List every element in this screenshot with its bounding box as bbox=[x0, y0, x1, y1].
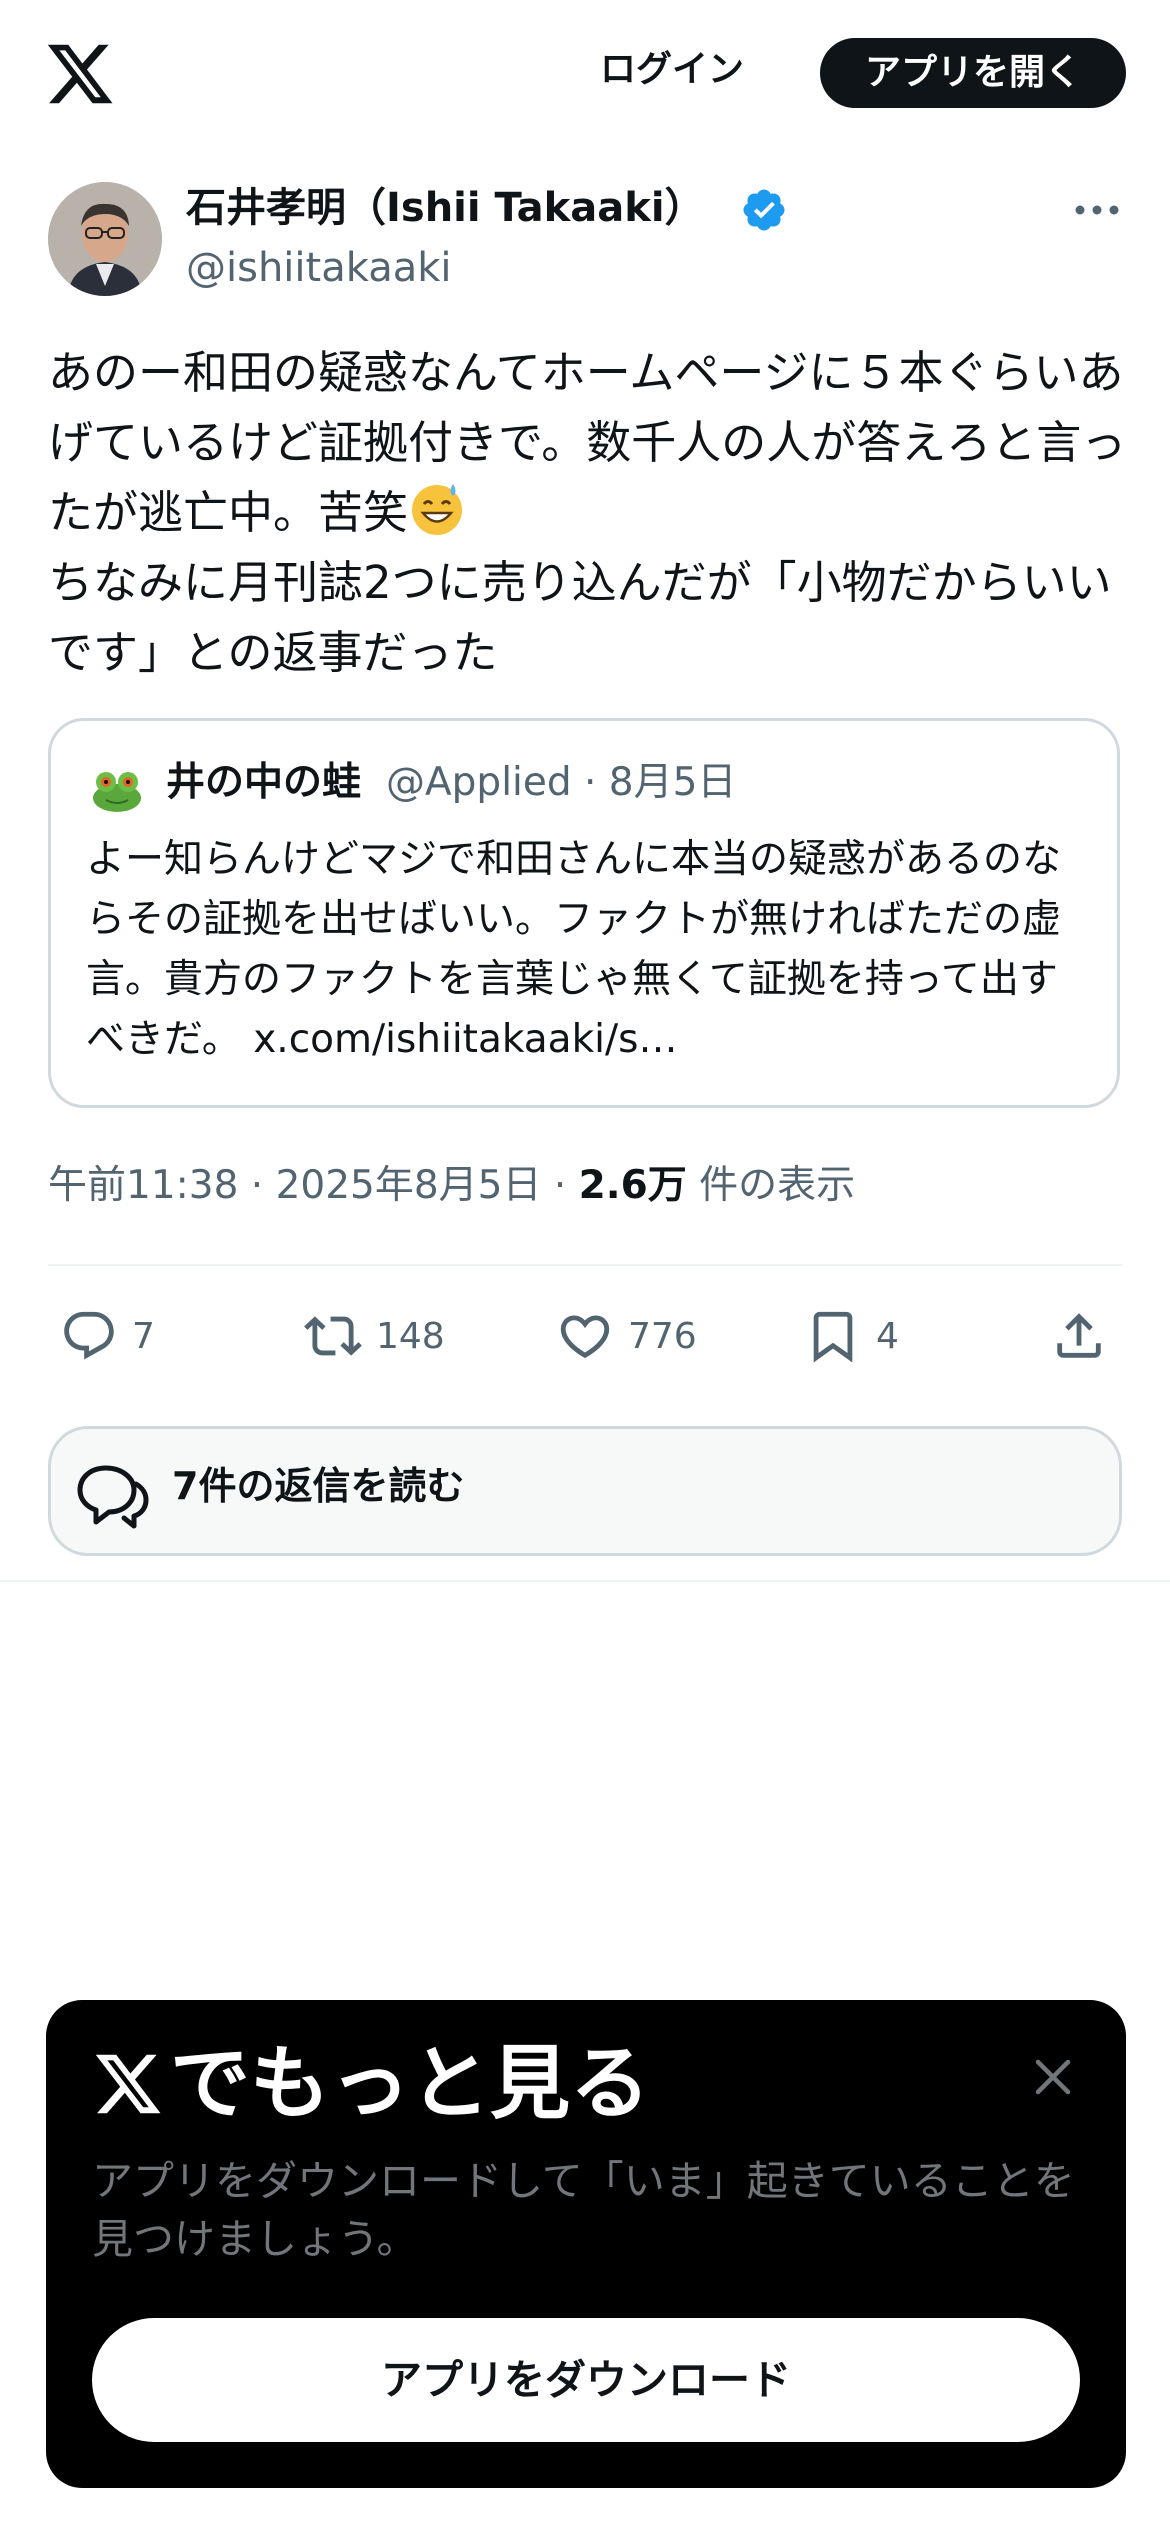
repost-count: 148 bbox=[376, 1315, 445, 1357]
more-options-icon[interactable] bbox=[1072, 190, 1122, 230]
download-app-button[interactable]: アプリをダウンロード bbox=[92, 2318, 1080, 2442]
bookmark-count: 4 bbox=[876, 1315, 899, 1357]
post-timestamp[interactable]: 午前11:38 · 2025年8月5日 · bbox=[48, 1163, 579, 1208]
verified-badge-icon bbox=[740, 186, 788, 234]
post-text-line: ちなみに月刊誌2つに売り込んだが「小物だからいいです」との返事だった bbox=[48, 556, 1112, 679]
share-button[interactable] bbox=[1050, 1300, 1122, 1372]
post-text: あのー和田の疑惑なんてホームページに５本ぐらいあげているけど証拠付きで。数千人の… bbox=[48, 338, 1128, 688]
views-count: 2.6万 bbox=[578, 1163, 687, 1208]
promo-title-text: でもっと見る bbox=[170, 2037, 650, 2130]
promo-title: でもっと見る bbox=[92, 2034, 650, 2134]
like-button[interactable]: 776 bbox=[556, 1300, 697, 1372]
reply-count: 7 bbox=[132, 1315, 155, 1357]
read-replies-label: 7件の返信を読む bbox=[172, 1464, 465, 1508]
x-logo-icon bbox=[95, 2054, 161, 2114]
promo-description: アプリをダウンロードして「いま」起きていることを見つけましょう。 bbox=[92, 2157, 1075, 2263]
quoted-handle-date: @Applied · 8月5日 bbox=[386, 760, 737, 805]
open-app-button[interactable]: アプリを開く bbox=[820, 38, 1126, 108]
repost-button[interactable]: 148 bbox=[304, 1300, 445, 1372]
reply-icon bbox=[64, 1311, 114, 1360]
post-meta: 午前11:38 · 2025年8月5日 · 2.6万 件の表示 bbox=[48, 1156, 855, 1216]
section-separator bbox=[0, 1580, 1170, 1582]
x-logo-icon[interactable] bbox=[44, 38, 116, 110]
bookmark-icon bbox=[813, 1311, 853, 1363]
share-icon bbox=[1057, 1313, 1101, 1358]
conversation-icon bbox=[76, 1458, 150, 1532]
views-label: 件の表示 bbox=[686, 1163, 856, 1208]
like-count: 776 bbox=[628, 1315, 697, 1357]
author-handle[interactable]: @ishiitakaaki bbox=[186, 240, 452, 296]
sweat-smile-emoji-icon bbox=[408, 480, 466, 538]
author-display-name[interactable]: 石井孝明（Ishii Takaaki） bbox=[186, 180, 705, 236]
divider bbox=[48, 1264, 1122, 1266]
frog-avatar-icon[interactable] bbox=[86, 756, 148, 818]
bookmark-button[interactable]: 4 bbox=[804, 1300, 899, 1372]
login-link[interactable]: ログイン bbox=[600, 40, 744, 100]
quoted-post-text: よー知らんけどマジで和田さんに本当の疑惑があるのならその証拠を出せばいい。ファク… bbox=[86, 837, 1062, 1062]
heart-icon bbox=[560, 1315, 610, 1359]
repost-icon bbox=[304, 1316, 362, 1356]
avatar[interactable] bbox=[48, 182, 162, 296]
reply-button[interactable]: 7 bbox=[60, 1300, 155, 1372]
quoted-author-name[interactable]: 井の中の蛙 bbox=[166, 752, 361, 814]
close-icon[interactable] bbox=[1030, 2054, 1076, 2100]
post-text-line: あのー和田の疑惑なんてホームページに５本ぐらいあげているけど証拠付きで。数千人の… bbox=[48, 346, 1127, 539]
